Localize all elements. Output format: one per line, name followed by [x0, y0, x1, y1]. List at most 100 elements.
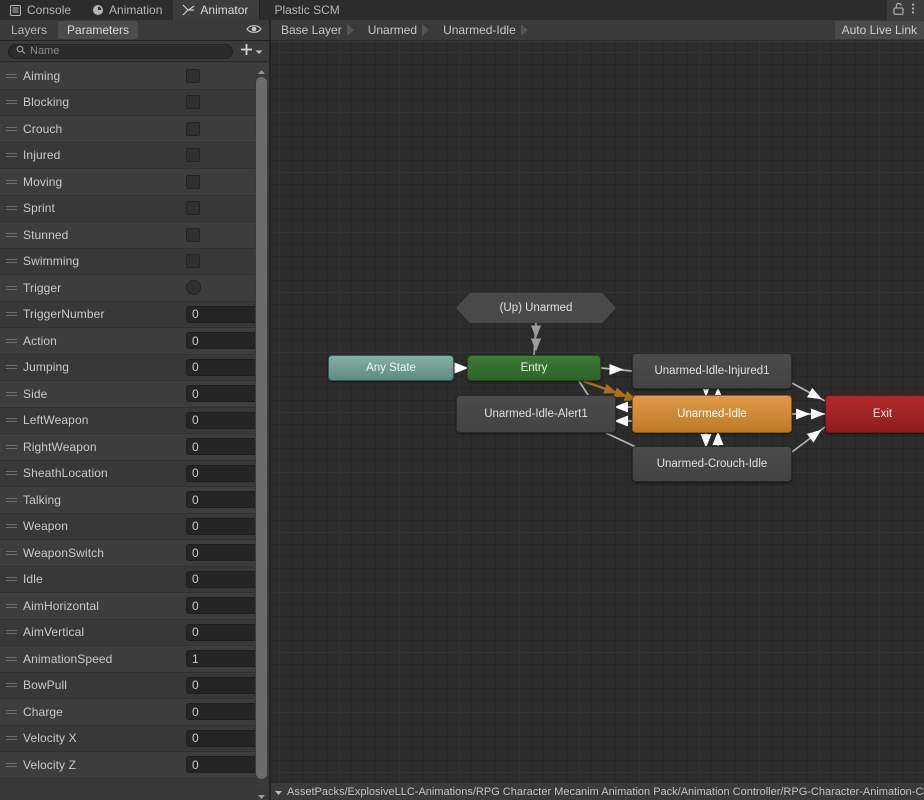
parameter-checkbox[interactable] — [186, 95, 200, 110]
scroll-down-arrow-icon[interactable] — [257, 790, 266, 799]
parameter-value-field[interactable]: 1 — [186, 650, 262, 668]
parameter-trigger-radio[interactable] — [186, 280, 201, 296]
parameter-row[interactable]: Action 0 — [0, 328, 270, 355]
triangle-down-icon[interactable] — [274, 785, 283, 799]
parameter-row[interactable]: Stunned — [0, 222, 270, 249]
drag-handle-icon[interactable] — [6, 709, 20, 714]
parameter-value-field[interactable]: 0 — [186, 729, 262, 747]
parameter-value-field[interactable]: 0 — [186, 756, 262, 774]
parameter-row[interactable]: Sprint — [0, 195, 270, 222]
parameter-row[interactable]: Velocity X 0 — [0, 725, 270, 752]
parameter-checkbox[interactable] — [186, 254, 200, 269]
parameter-row[interactable]: Blocking — [0, 89, 270, 116]
parameter-row[interactable]: SheathLocation 0 — [0, 460, 270, 487]
parameter-value-field[interactable]: 0 — [186, 676, 262, 694]
state-node-idle[interactable]: Unarmed-Idle — [632, 395, 792, 433]
parameter-value-field[interactable]: 0 — [186, 464, 262, 482]
drag-handle-icon[interactable] — [6, 683, 20, 688]
drag-handle-icon[interactable] — [6, 285, 20, 290]
subtab-layers[interactable]: Layers — [2, 21, 56, 39]
parameter-value-field[interactable]: 0 — [186, 597, 262, 615]
state-node-exit[interactable]: Exit — [825, 395, 924, 433]
scroll-up-arrow-icon[interactable] — [257, 65, 266, 74]
state-node-up[interactable]: (Up) Unarmed — [456, 293, 616, 323]
parameter-row[interactable]: Side 0 — [0, 381, 270, 408]
state-node-crouch[interactable]: Unarmed-Crouch-Idle — [632, 446, 792, 482]
drag-handle-icon[interactable] — [6, 73, 20, 78]
drag-handle-icon[interactable] — [6, 630, 20, 635]
drag-handle-icon[interactable] — [6, 444, 20, 449]
parameter-list-scrollbar[interactable] — [255, 65, 268, 799]
drag-handle-icon[interactable] — [6, 365, 20, 370]
parameter-row[interactable]: Velocity Z 0 — [0, 752, 270, 779]
parameter-value-field[interactable]: 0 — [186, 411, 262, 429]
breadcrumb-item-unarmed[interactable]: Unarmed — [358, 20, 421, 40]
parameter-value-field[interactable]: 0 — [186, 544, 262, 562]
drag-handle-icon[interactable] — [6, 179, 20, 184]
drag-handle-icon[interactable] — [6, 312, 20, 317]
drag-handle-icon[interactable] — [6, 762, 20, 767]
parameter-row[interactable]: TriggerNumber 0 — [0, 301, 270, 328]
parameter-row[interactable]: Charge 0 — [0, 699, 270, 726]
subtab-parameters[interactable]: Parameters — [58, 21, 139, 39]
drag-handle-icon[interactable] — [6, 126, 20, 131]
state-node-entry[interactable]: Entry — [467, 355, 601, 381]
drag-handle-icon[interactable] — [6, 100, 20, 105]
drag-handle-icon[interactable] — [6, 736, 20, 741]
parameter-row[interactable]: Talking 0 — [0, 487, 270, 514]
parameter-value-field[interactable]: 0 — [186, 385, 262, 403]
add-parameter-button[interactable] — [237, 43, 266, 59]
tab-animator[interactable]: Animator — [173, 0, 260, 20]
parameter-row[interactable]: Aiming — [0, 63, 270, 90]
parameter-row[interactable]: AnimationSpeed 1 — [0, 646, 270, 673]
parameter-value-field[interactable]: 0 — [186, 570, 262, 588]
state-node-anystate[interactable]: Any State — [328, 355, 454, 381]
parameter-list[interactable]: Aiming Blocking Crouch Injured Moving Sprint S… — [0, 63, 270, 800]
parameter-checkbox[interactable] — [186, 68, 200, 83]
parameter-checkbox[interactable] — [186, 174, 200, 189]
state-machine-canvas[interactable]: (Up) Unarmed Any State Entry Unarmed-Idle-I… — [271, 42, 924, 798]
drag-handle-icon[interactable] — [6, 471, 20, 476]
drag-handle-icon[interactable] — [6, 259, 20, 264]
parameter-row[interactable]: Idle 0 — [0, 566, 270, 593]
parameter-row[interactable]: AimVertical 0 — [0, 619, 270, 646]
drag-handle-icon[interactable] — [6, 153, 20, 158]
drag-handle-icon[interactable] — [6, 391, 20, 396]
parameter-row[interactable]: Moving — [0, 169, 270, 196]
drag-handle-icon[interactable] — [6, 338, 20, 343]
parameter-value-field[interactable]: 0 — [186, 305, 262, 323]
parameter-row[interactable]: Jumping 0 — [0, 354, 270, 381]
parameter-value-field[interactable]: 0 — [186, 623, 262, 641]
scrollbar-thumb[interactable] — [256, 77, 267, 779]
unlocked-padlock-icon[interactable] — [893, 2, 904, 18]
drag-handle-icon[interactable] — [6, 577, 20, 582]
parameter-row[interactable]: WeaponSwitch 0 — [0, 540, 270, 567]
tab-animation[interactable]: Animation — [82, 0, 174, 20]
parameter-row[interactable]: Weapon 0 — [0, 513, 270, 540]
drag-handle-icon[interactable] — [6, 232, 20, 237]
parameter-checkbox[interactable] — [186, 121, 200, 136]
breadcrumb-item-base-layer[interactable]: Base Layer — [271, 20, 346, 40]
parameter-row[interactable]: Crouch — [0, 116, 270, 143]
parameter-value-field[interactable]: 0 — [186, 332, 262, 350]
drag-handle-icon[interactable] — [6, 656, 20, 661]
parameter-row[interactable]: Trigger — [0, 275, 270, 302]
state-node-injured[interactable]: Unarmed-Idle-Injured1 — [632, 353, 792, 389]
auto-live-link-button[interactable]: Auto Live Link — [834, 21, 924, 39]
parameter-value-field[interactable]: 0 — [186, 517, 262, 535]
parameter-row[interactable]: BowPull 0 — [0, 672, 270, 699]
parameter-checkbox[interactable] — [186, 148, 200, 163]
search-input[interactable]: Name — [8, 43, 233, 59]
state-node-alert[interactable]: Unarmed-Idle-Alert1 — [456, 395, 616, 433]
tab-plastic-scm[interactable]: Plastic SCM — [260, 0, 351, 20]
tab-console[interactable]: Console — [0, 0, 83, 20]
drag-handle-icon[interactable] — [6, 550, 20, 555]
parameter-row[interactable]: AimHorizontal 0 — [0, 593, 270, 620]
breadcrumb-item-unarmed-idle[interactable]: Unarmed-Idle — [433, 20, 520, 40]
parameter-row[interactable]: Swimming — [0, 248, 270, 275]
parameter-value-field[interactable]: 0 — [186, 358, 262, 376]
parameter-row[interactable]: RightWeapon 0 — [0, 434, 270, 461]
drag-handle-icon[interactable] — [6, 603, 20, 608]
parameter-value-field[interactable]: 0 — [186, 438, 262, 456]
eye-icon[interactable] — [246, 23, 262, 38]
